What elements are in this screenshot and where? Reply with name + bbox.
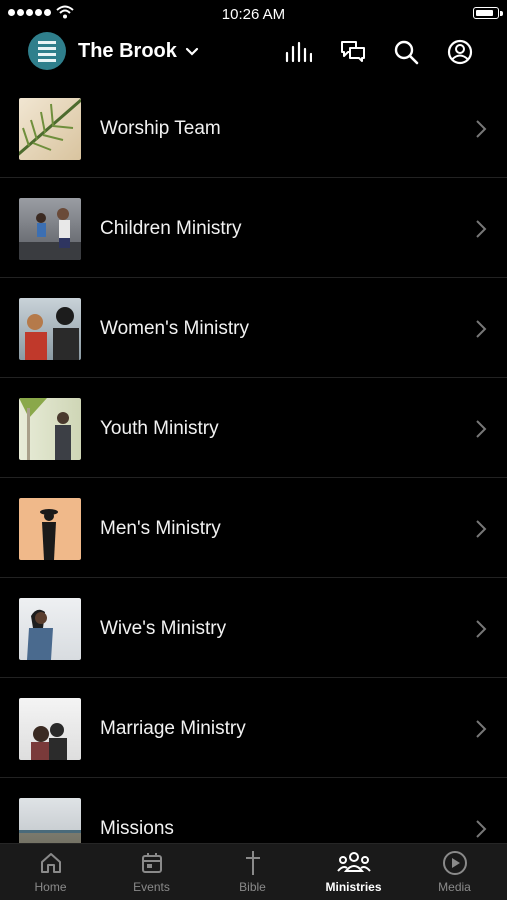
ministry-thumbnail: [19, 398, 81, 460]
tab-events[interactable]: Events: [101, 844, 202, 900]
ministry-name: Women's Ministry: [100, 318, 249, 339]
church-selector[interactable]: The Brook: [78, 40, 199, 63]
ministry-name: Youth Ministry: [100, 418, 219, 439]
list-item[interactable]: Missions: [0, 778, 507, 844]
ministry-thumbnail: [19, 198, 81, 260]
people-group-icon: [336, 852, 371, 872]
tab-ministries[interactable]: Ministries: [303, 844, 404, 900]
chevron-right-icon: [476, 720, 487, 738]
list-item[interactable]: Youth Ministry: [0, 378, 507, 478]
list-item[interactable]: Men's Ministry: [0, 478, 507, 578]
list-item[interactable]: Marriage Ministry: [0, 678, 507, 778]
profile-icon[interactable]: [446, 38, 474, 66]
ministry-thumbnail: [19, 98, 81, 160]
tab-media[interactable]: Media: [404, 844, 505, 900]
ministry-name: Marriage Ministry: [100, 718, 246, 739]
battery-icon: [473, 7, 503, 19]
tab-label: Home: [34, 880, 67, 894]
church-logo[interactable]: [28, 32, 66, 70]
tab-label: Events: [133, 880, 170, 894]
church-name: The Brook: [78, 40, 177, 62]
tab-label: Bible: [239, 880, 266, 894]
ministry-name: Men's Ministry: [100, 518, 221, 539]
list-item[interactable]: Worship Team: [0, 78, 507, 178]
chevron-right-icon: [476, 620, 487, 638]
app-header: The Brook: [0, 28, 507, 78]
chat-icon[interactable]: [339, 38, 367, 66]
tab-label: Media: [438, 880, 471, 894]
chevron-right-icon: [476, 220, 487, 238]
ministries-list: Worship Team Children Ministry Women's M…: [0, 78, 507, 844]
ministry-thumbnail: [19, 298, 81, 360]
audio-bars-icon[interactable]: [284, 38, 312, 66]
tab-label: Ministries: [325, 880, 382, 894]
equalizer-icon: [285, 41, 312, 63]
ministry-name: Worship Team: [100, 118, 221, 139]
ministry-name: Children Ministry: [100, 218, 242, 239]
chevron-down-icon: [185, 47, 199, 56]
play-circle-icon: [442, 851, 467, 875]
ministry-thumbnail: [19, 498, 81, 560]
cross-icon: [245, 851, 260, 875]
list-item[interactable]: Wive's Ministry: [0, 578, 507, 678]
ministry-name: Wive's Ministry: [100, 618, 227, 639]
chevron-right-icon: [476, 420, 487, 438]
status-bar: 10:26 AM: [0, 0, 507, 28]
calendar-icon: [141, 853, 162, 873]
ministry-thumbnail: [19, 598, 81, 660]
ministry-thumbnail: [19, 698, 81, 760]
bottom-tab-bar: Home Events Bible Ministries Media: [0, 843, 507, 900]
chevron-right-icon: [476, 120, 487, 138]
tab-home[interactable]: Home: [0, 844, 101, 900]
status-time: 10:26 AM: [221, 6, 286, 23]
list-item[interactable]: Women's Ministry: [0, 278, 507, 378]
tab-bible[interactable]: Bible: [202, 844, 303, 900]
ministry-name: Missions: [100, 818, 174, 839]
chevron-right-icon: [476, 520, 487, 538]
ministry-thumbnail: [19, 798, 81, 844]
home-icon: [40, 853, 61, 873]
chevron-right-icon: [476, 820, 487, 838]
list-item[interactable]: Children Ministry: [0, 178, 507, 278]
chevron-right-icon: [476, 320, 487, 338]
search-icon[interactable]: [392, 38, 420, 66]
